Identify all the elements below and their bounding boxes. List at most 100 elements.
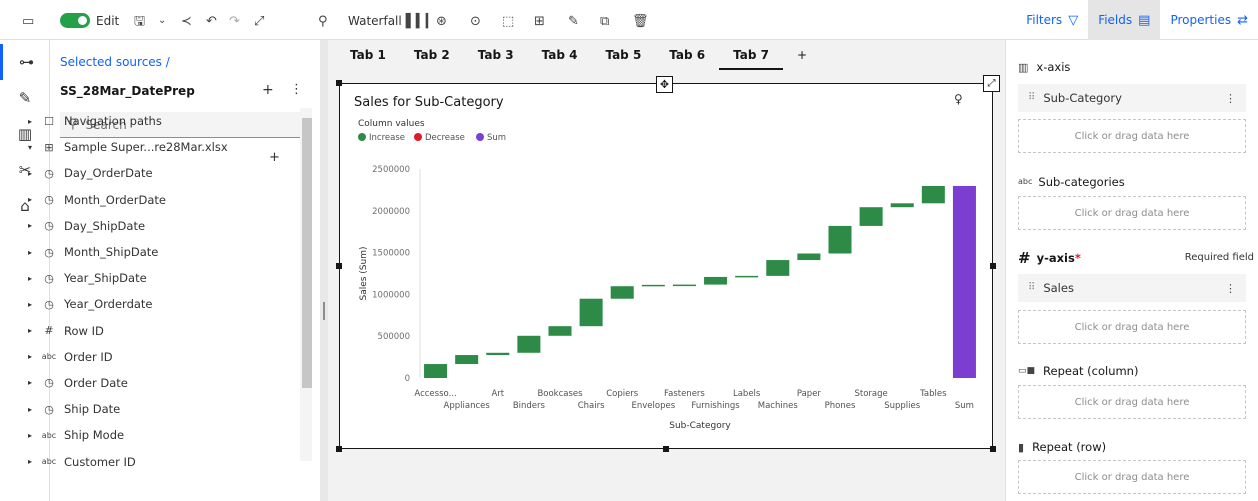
insight-bulb-icon[interactable]: ♀ [954, 92, 963, 106]
edit-toggle[interactable] [60, 13, 90, 28]
resize-handle[interactable] [336, 446, 342, 452]
caret-icon[interactable]: ▸ [28, 274, 40, 283]
tab-6[interactable]: Tab 6 [655, 40, 719, 70]
legend-swatch [414, 133, 422, 141]
caret-icon[interactable]: ▸ [28, 248, 40, 257]
share-icon[interactable]: ≺ [181, 11, 192, 31]
move-icon[interactable]: ✥ [656, 76, 673, 93]
expand-icon[interactable]: ⤢ [254, 11, 264, 31]
add-tab-button[interactable]: + [783, 40, 821, 70]
tree-item-label: Sample Super...re28Mar.xlsx [64, 140, 228, 155]
pin-icon[interactable]: ✎ [568, 11, 579, 31]
maximize-icon[interactable]: ⤢ [983, 75, 1000, 92]
y-tick-label: 1000000 [372, 290, 410, 300]
xaxis-drop-zone[interactable]: Click or drag data here [1018, 119, 1246, 153]
resize-handle[interactable] [663, 446, 669, 452]
drag-handle-icon: ⠿ [1028, 282, 1036, 293]
resize-handle[interactable] [336, 80, 342, 86]
waterfall-button[interactable]: Waterfall ▌▍▎ [348, 11, 436, 31]
yaxis-field-item[interactable]: ⠿ Sales ⋮ [1018, 274, 1246, 302]
caret-icon[interactable]: ▸ [28, 195, 40, 204]
tab-properties[interactable]: Properties ⇄ [1160, 0, 1258, 40]
caret-icon[interactable]: ▸ [28, 221, 40, 230]
overflow-menu-icon[interactable]: ⋮ [1225, 93, 1236, 104]
repeat-row-drop-zone[interactable]: Click or drag data here [1018, 460, 1246, 494]
add-navigation-path-icon[interactable]: + [269, 150, 280, 165]
caret-icon[interactable]: ▸ [28, 300, 40, 309]
x-tick-label: Chairs [578, 401, 605, 411]
caret-icon[interactable]: ▸ [28, 431, 40, 440]
tree-item[interactable]: ▸ abc Customer ID [28, 448, 258, 474]
caret-icon[interactable]: ▾ [28, 143, 40, 152]
caret-icon[interactable]: ▸ [28, 352, 40, 361]
chevron-down-icon[interactable]: ⌄ [158, 11, 166, 31]
resize-handle[interactable] [336, 263, 342, 269]
tree-item[interactable]: ▸ ◷ Day_OrderDate [28, 160, 258, 186]
caret-icon[interactable]: ▸ [28, 457, 40, 466]
tree-item[interactable]: ▸ abc Order ID [28, 344, 258, 370]
tab-filters[interactable]: Filters ▽ [1016, 0, 1088, 40]
caret-icon[interactable]: ▸ [28, 405, 40, 414]
overflow-menu-icon[interactable]: ⋮ [290, 82, 303, 97]
grid-icon[interactable]: ⊞ [534, 11, 545, 31]
tree-item[interactable]: ▸ ◷ Year_Orderdate [28, 291, 258, 317]
save-icon[interactable]: 🖫 [134, 11, 145, 31]
breadcrumb[interactable]: Selected sources / [60, 55, 170, 69]
tree-item[interactable]: ▸ ◷ Order Date [28, 370, 258, 396]
tab-5[interactable]: Tab 5 [591, 40, 655, 70]
tree-item[interactable]: ▸ ◷ Month_OrderDate [28, 187, 258, 213]
x-tick-label: Paper [797, 389, 822, 399]
add-icon[interactable]: + [262, 82, 274, 98]
x-tick-label: Phones [825, 401, 856, 411]
subcategories-drop-zone[interactable]: Click or drag data here [1018, 196, 1246, 230]
tree-item[interactable]: ▸ ☐ Navigation paths [28, 108, 258, 134]
waterfall-bar [890, 203, 914, 208]
tab-4[interactable]: Tab 4 [528, 40, 592, 70]
subcategories-label: Sub-categories [1038, 175, 1125, 189]
caret-icon[interactable]: ▸ [28, 169, 40, 178]
tree-item[interactable]: ▸ abc Ship Mode [28, 422, 258, 448]
tree-item-label: Year_Orderdate [64, 297, 153, 312]
panel-divider[interactable] [320, 40, 328, 501]
caret-icon[interactable]: ▸ [28, 326, 40, 335]
scrollbar-thumb[interactable] [302, 118, 312, 388]
tab-3[interactable]: Tab 3 [464, 40, 528, 70]
tab-2[interactable]: Tab 2 [400, 40, 464, 70]
select-icon[interactable]: ⬚ [502, 11, 514, 31]
waterfall-bar [952, 185, 976, 378]
drill-icon[interactable]: ⊙ [470, 11, 481, 31]
copy-icon[interactable]: ⧉ [600, 11, 609, 31]
comment-icon[interactable]: ▭ [22, 11, 34, 31]
undo-icon[interactable]: ↶ [206, 11, 217, 31]
caret-icon[interactable]: ▸ [28, 378, 40, 387]
layers-icon[interactable]: ⊛ [436, 11, 447, 31]
tree-item[interactable]: ▸ ◷ Year_ShipDate [28, 265, 258, 291]
tab-1[interactable]: Tab 1 [336, 40, 400, 70]
abc-icon: abc [41, 352, 57, 362]
data-sources-icon[interactable]: ⊶ [0, 44, 50, 80]
tree-item[interactable]: ▸ # Row ID [28, 318, 258, 344]
visualization-icon[interactable]: ⚲ [318, 11, 328, 31]
filter-icon: ▽ [1068, 12, 1079, 28]
repeat-column-drop-zone[interactable]: Click or drag data here [1018, 385, 1246, 419]
overflow-menu-icon[interactable]: ⋮ [1225, 283, 1236, 294]
delete-icon[interactable]: 🗑 [632, 11, 649, 31]
tree-item[interactable]: ▾ ⊞ Sample Super...re28Mar.xlsx [28, 134, 258, 160]
xaxis-field-item[interactable]: ⠿ Sub-Category ⋮ [1018, 84, 1246, 112]
yaxis-drop-zone[interactable]: Click or drag data here [1018, 310, 1246, 344]
tree-item[interactable]: ▸ ◷ Month_ShipDate [28, 239, 258, 265]
tree-item[interactable]: ▸ ◷ Day_ShipDate [28, 213, 258, 239]
resize-handle[interactable] [990, 263, 996, 269]
y-tick-label: 1500000 [372, 249, 410, 259]
x-tick-label: Bookcases [537, 389, 583, 399]
hash-icon: # [44, 324, 54, 338]
tree-item[interactable]: ▸ ◷ Ship Date [28, 396, 258, 422]
resize-handle[interactable] [990, 446, 996, 452]
tree-item-label: Year_ShipDate [64, 271, 147, 286]
redo-icon[interactable]: ↷ [229, 11, 240, 31]
chart-widget[interactable]: Sales for Sub-Category Column values Incre… [339, 83, 993, 449]
yaxis-label: y-axis [1036, 251, 1075, 265]
caret-icon[interactable]: ▸ [28, 117, 40, 126]
tab-7[interactable]: Tab 7 [719, 40, 783, 70]
tab-fields[interactable]: Fields ▤ [1088, 0, 1161, 40]
